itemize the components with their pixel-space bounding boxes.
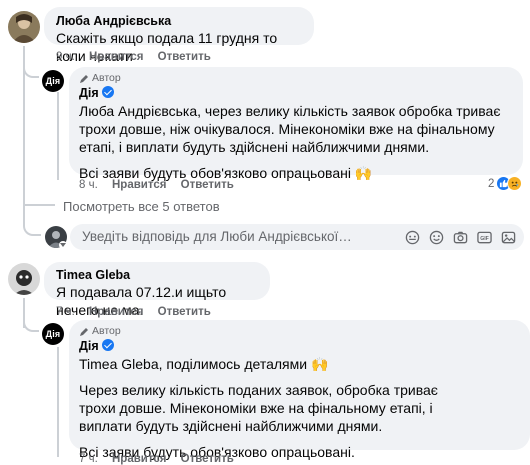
camera-icon[interactable] bbox=[452, 229, 468, 245]
thread-line bbox=[57, 347, 59, 457]
verified-badge-icon bbox=[101, 86, 114, 98]
image-icon[interactable] bbox=[500, 229, 516, 245]
author-tag: Автор bbox=[79, 325, 520, 338]
reply-actions: 7 ч. Нравится Ответить bbox=[79, 452, 245, 465]
reaction-count: 2 bbox=[488, 177, 495, 190]
comment-actions: 7 ч. Нравится Ответить bbox=[56, 305, 222, 319]
chevron-down-icon[interactable] bbox=[59, 241, 67, 249]
mention-link[interactable]: Люба Андрієвська bbox=[79, 103, 197, 119]
thread-line bbox=[57, 92, 59, 180]
mention-link[interactable]: Timea Gleba bbox=[79, 356, 159, 372]
diia-logo: Дія bbox=[45, 329, 61, 339]
reply-button[interactable]: Ответить bbox=[181, 453, 234, 465]
comment-bubble-liuba: Люба Андрієвська Скажіть якщо подала 11 … bbox=[44, 7, 314, 64]
like-button[interactable]: Нравится bbox=[112, 453, 166, 465]
reply-input[interactable]: Уведіть відповідь для Люби Андрієвської…… bbox=[70, 224, 524, 250]
comment-author[interactable]: Timea Gleba bbox=[56, 267, 258, 283]
reply-input-placeholder: Уведіть відповідь для Люби Андрієвської… bbox=[82, 229, 352, 244]
avatar-liuba[interactable] bbox=[8, 11, 40, 43]
comment-time[interactable]: 7 ч. bbox=[56, 306, 75, 318]
pencil-icon bbox=[80, 74, 88, 83]
view-more-replies[interactable]: Посмотреть все 5 ответов bbox=[63, 199, 220, 214]
emoji-icon[interactable] bbox=[428, 229, 444, 245]
diia-logo: Дія bbox=[45, 76, 61, 86]
verified-badge-icon bbox=[101, 339, 114, 351]
gif-icon[interactable]: GIF bbox=[476, 229, 492, 245]
reply-author[interactable]: Дія bbox=[79, 338, 520, 354]
reply-paragraph-1: Timea Gleba, поділимось деталями 🙌 bbox=[79, 356, 329, 372]
sticker-icon[interactable] bbox=[404, 229, 420, 245]
avatar-diia[interactable]: Дія bbox=[42, 323, 64, 345]
thread-connector bbox=[23, 316, 39, 332]
reaction-summary[interactable]: 2 bbox=[488, 176, 523, 191]
pencil-icon bbox=[80, 327, 88, 336]
like-button[interactable]: Нравится bbox=[89, 306, 143, 318]
avatar-timea[interactable] bbox=[8, 263, 40, 295]
avatar-diia[interactable]: Дія bbox=[42, 70, 64, 92]
svg-text:GIF: GIF bbox=[480, 235, 489, 241]
reply-button[interactable]: Ответить bbox=[158, 51, 211, 63]
reply-time[interactable]: 8 ч. bbox=[79, 179, 98, 191]
reply-paragraph-2: Через велику кількість поданих заявок, о… bbox=[79, 382, 438, 434]
comment-time[interactable]: 9 ч. bbox=[56, 51, 75, 63]
reply-bubble-diia: Автор Дія Люба Андрієвська, через велику… bbox=[69, 67, 523, 181]
comment-actions: 9 ч. Нравится Ответить bbox=[56, 50, 222, 64]
thread-connector bbox=[23, 218, 41, 236]
reply-time[interactable]: 7 ч. bbox=[79, 453, 98, 465]
author-tag: Автор bbox=[79, 72, 513, 85]
like-button[interactable]: Нравится bbox=[89, 51, 143, 63]
reply-bubble-diia: Автор Дія Timea Gleba, поділимось деталя… bbox=[69, 320, 530, 460]
reply-paragraph-1: Люба Андрієвська, через велику кількість… bbox=[79, 103, 501, 155]
reply-actions: 8 ч. Нравится Ответить bbox=[79, 178, 245, 192]
sad-reaction-icon bbox=[507, 176, 523, 191]
reply-author[interactable]: Дія bbox=[79, 85, 513, 101]
input-toolbar: GIF bbox=[404, 229, 516, 245]
thread-connector bbox=[23, 62, 39, 78]
reply-button[interactable]: Ответить bbox=[158, 306, 211, 318]
thread-connector bbox=[23, 188, 55, 206]
like-button[interactable]: Нравится bbox=[112, 179, 166, 191]
reply-button[interactable]: Ответить bbox=[181, 179, 234, 191]
comment-author[interactable]: Люба Андрієвська bbox=[56, 13, 302, 29]
comment-bubble-timea: Timea Gleba Я подавала 07.12.и ищьто неч… bbox=[44, 262, 270, 318]
